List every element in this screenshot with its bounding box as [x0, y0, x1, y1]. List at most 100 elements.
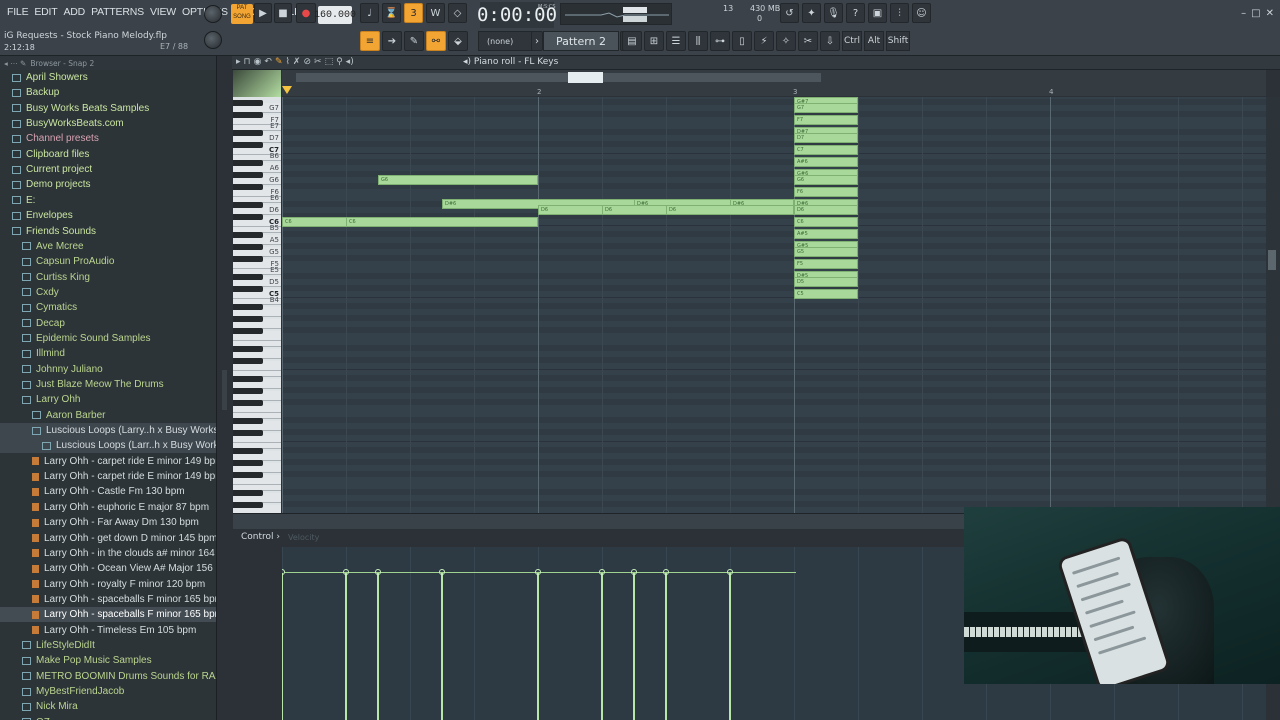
- velocity-bar[interactable]: [665, 573, 667, 720]
- browser-nav-icon[interactable]: ◂ ⋯ ✎: [4, 59, 26, 68]
- stop-button[interactable]: ■: [274, 3, 292, 23]
- snap-corner[interactable]: [233, 70, 281, 97]
- piano-roll-note[interactable]: C6: [346, 217, 538, 227]
- menu-arrow-icon[interactable]: ▸: [236, 57, 241, 67]
- piano-black-key[interactable]: [233, 213, 263, 220]
- browser-folder-item[interactable]: MyBestFriendJacob: [0, 684, 216, 699]
- piano-black-key[interactable]: [233, 315, 263, 322]
- browser-folder-item[interactable]: Cxdy: [0, 285, 216, 300]
- browser-folder-item[interactable]: OZ: [0, 715, 216, 720]
- piano-roll-note[interactable]: G6: [794, 175, 858, 185]
- velocity-bar[interactable]: [345, 573, 347, 720]
- browser-file-item[interactable]: Larry Ohh - Timeless Em 105 bpm: [0, 623, 216, 638]
- menu-patterns[interactable]: PATTERNS: [88, 6, 147, 18]
- piano-black-key[interactable]: [233, 471, 263, 478]
- browser-scrollbar[interactable]: [222, 370, 227, 410]
- browser-folder-item[interactable]: METRO BOOMIN Drums Sounds for RAZER MUSI…: [0, 669, 216, 684]
- brush-icon[interactable]: ⌇: [286, 57, 290, 67]
- browser-folder-item[interactable]: Backup: [0, 85, 216, 100]
- magic-button[interactable]: ✧: [776, 31, 796, 51]
- browser-folder-item[interactable]: Make Pop Music Samples: [0, 653, 216, 668]
- piano-black-key[interactable]: [233, 111, 263, 118]
- preset-selector[interactable]: (none): [478, 31, 536, 51]
- piano-keyboard[interactable]: G7 F7 E7 D7 C7 B6 A6 G6 F6 E6 D6 C6 B5 A5 G5 F5 E5 D5 C5 B4: [233, 97, 281, 513]
- piano-black-key[interactable]: [233, 501, 263, 508]
- browser-folder-item[interactable]: Busy Works Beats Samples: [0, 101, 216, 116]
- piano-black-key[interactable]: [233, 129, 263, 136]
- plugin-picker-button[interactable]: ✦: [802, 3, 821, 23]
- browser-folder-item[interactable]: Illmind: [0, 346, 216, 361]
- browser-view-button[interactable]: ▯: [732, 31, 752, 51]
- pat-song-toggle[interactable]: PAT SONG: [231, 4, 253, 24]
- play-marker-icon[interactable]: ◉: [254, 57, 262, 67]
- slice-icon[interactable]: ✂: [314, 57, 322, 67]
- record-button[interactable]: ●: [296, 3, 316, 23]
- piano-roll-note[interactable]: A#6: [794, 157, 858, 167]
- countdown-button[interactable]: 3: [404, 3, 423, 23]
- magnet-icon[interactable]: ⊓: [244, 57, 251, 67]
- browser-file-item[interactable]: Larry Ohh - Far Away Dm 130 bpm: [0, 515, 216, 530]
- browser-folder-item[interactable]: Decap: [0, 316, 216, 331]
- piano-black-key[interactable]: [233, 273, 263, 280]
- undo-history-button[interactable]: ↺: [780, 3, 799, 23]
- velocity-handle[interactable]: [631, 569, 637, 575]
- undo-icon[interactable]: ↶: [264, 57, 272, 67]
- browser-folder-item[interactable]: April Showers: [0, 70, 216, 85]
- master-pitch-knob[interactable]: [204, 31, 222, 49]
- shift-key-button[interactable]: Shift: [886, 31, 910, 51]
- piano-black-key[interactable]: [233, 459, 263, 466]
- browser-folder-item[interactable]: LifeStyleDidIt: [0, 638, 216, 653]
- piano-black-key[interactable]: [233, 171, 263, 178]
- velocity-handle[interactable]: [727, 569, 733, 575]
- select-icon[interactable]: ⬚: [325, 57, 334, 67]
- piano-black-key[interactable]: [233, 429, 263, 436]
- browser-file-item[interactable]: Larry Ohh - euphoric E major 87 bpm: [0, 500, 216, 515]
- channel-rack-button[interactable]: ☰: [666, 31, 686, 51]
- piano-roll-note[interactable]: C7: [794, 145, 858, 155]
- next-arrow-button[interactable]: ➔: [382, 31, 402, 51]
- browser-folder-item[interactable]: Nick Mira: [0, 699, 216, 714]
- piano-roll-note[interactable]: F6: [794, 187, 858, 197]
- pattern-prev-button[interactable]: ›: [531, 31, 543, 51]
- vertical-scrollbar[interactable]: [1266, 97, 1280, 513]
- pattern-selector[interactable]: Pattern 2: [543, 31, 619, 51]
- browser-file-item[interactable]: Larry Ohh - carpet ride E minor 149 bpm: [0, 469, 216, 484]
- master-volume-knob[interactable]: [204, 5, 222, 23]
- pencil-tool-button[interactable]: ✎: [404, 31, 424, 51]
- velocity-bar[interactable]: [377, 573, 379, 720]
- project-picker-button[interactable]: ⊶: [710, 31, 730, 51]
- menu-add[interactable]: ADD: [61, 6, 89, 18]
- piano-black-key[interactable]: [233, 375, 263, 382]
- velocity-bar[interactable]: [729, 573, 731, 720]
- browser-folder-item[interactable]: Aaron Barber: [0, 408, 216, 423]
- piano-black-key[interactable]: [233, 201, 263, 208]
- piano-roll-note[interactable]: G6: [378, 175, 538, 185]
- browser-folder-item[interactable]: Channel presets: [0, 131, 216, 146]
- play-button[interactable]: ▶: [254, 3, 272, 23]
- piano-roll-note[interactable]: D7: [794, 133, 858, 143]
- velocity-handle[interactable]: [343, 569, 349, 575]
- browser-folder-item[interactable]: Epidemic Sound Samples: [0, 331, 216, 346]
- velocity-handle[interactable]: [535, 569, 541, 575]
- menu-edit[interactable]: EDIT: [31, 6, 60, 18]
- playhead-marker[interactable]: [282, 86, 292, 94]
- wait-input-button[interactable]: ⌛: [382, 3, 401, 23]
- step-edit-button[interactable]: W: [426, 3, 445, 23]
- piano-roll-note[interactable]: G5: [794, 247, 858, 257]
- velocity-bar[interactable]: [441, 573, 443, 720]
- velocity-bar[interactable]: [282, 573, 283, 720]
- browser-file-item[interactable]: Larry Ohh - carpet ride E minor 149 bpm …: [0, 454, 216, 469]
- stamp-button[interactable]: ⬙: [448, 31, 468, 51]
- vertical-scroll-thumb[interactable]: [1268, 250, 1276, 270]
- piano-black-key[interactable]: [233, 231, 263, 238]
- piano-black-key[interactable]: [233, 387, 263, 394]
- browser-folder-item[interactable]: Cymatics: [0, 300, 216, 315]
- piano-black-key[interactable]: [233, 357, 263, 364]
- audio-input-button[interactable]: 🎙: [824, 3, 843, 23]
- blend-notes-button[interactable]: ◇: [448, 3, 467, 23]
- velocity-handle[interactable]: [599, 569, 605, 575]
- playlist-view-button[interactable]: ▤: [622, 31, 642, 51]
- control-selector[interactable]: Control ›: [241, 532, 280, 542]
- save-button[interactable]: ▣: [868, 3, 887, 23]
- piano-black-key[interactable]: [233, 159, 263, 166]
